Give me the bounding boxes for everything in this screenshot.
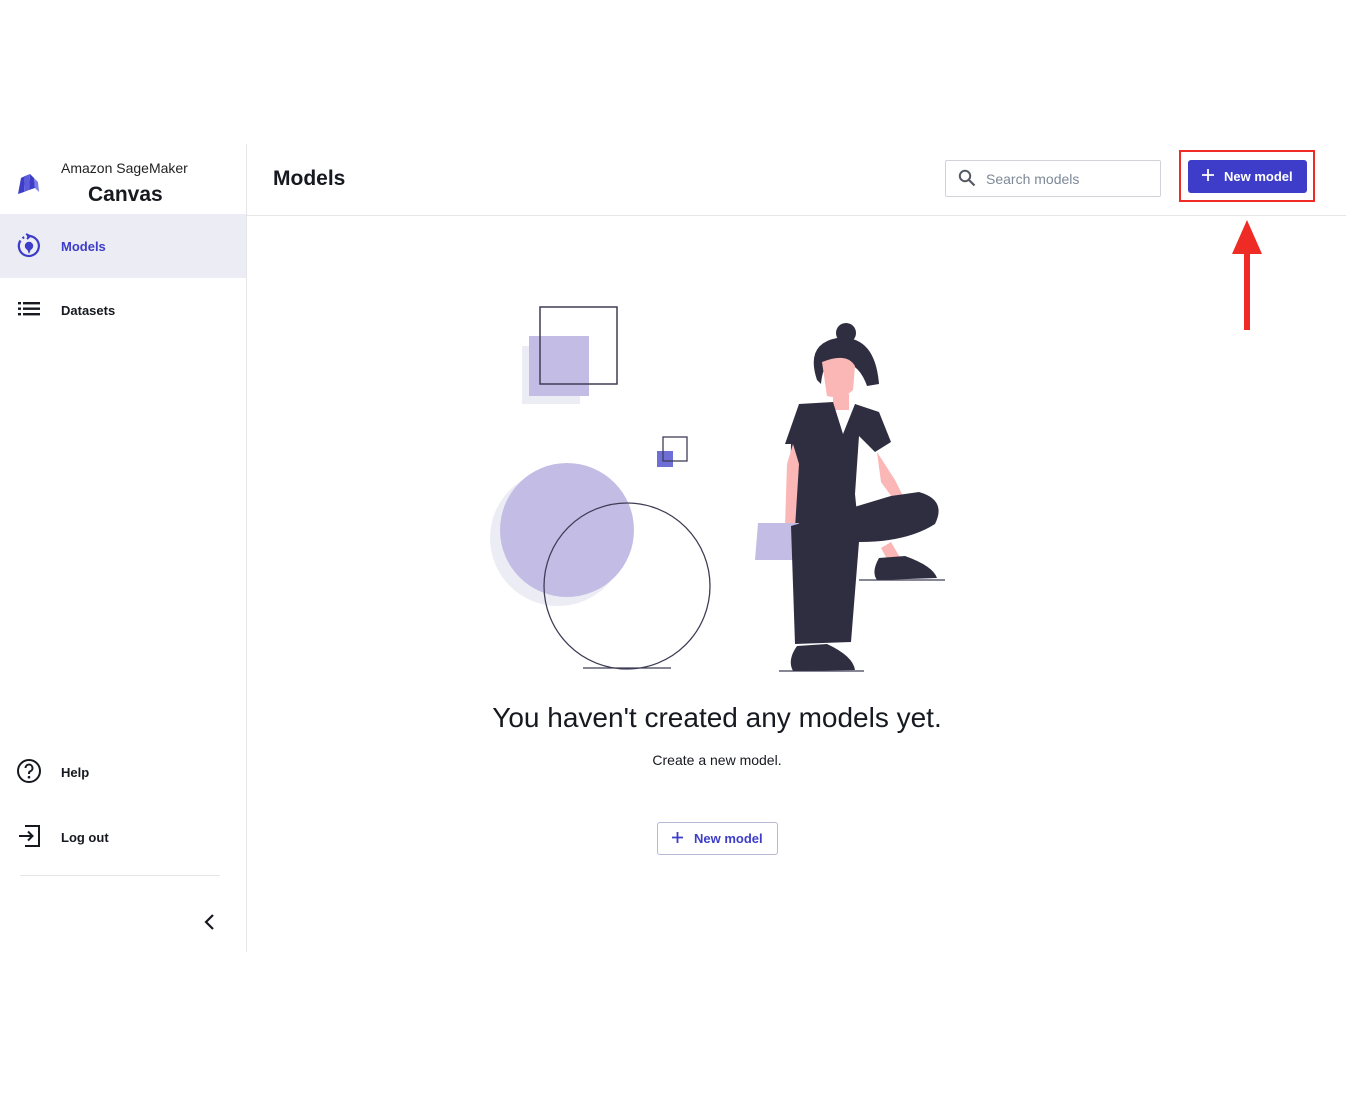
sidebar-item-models[interactable]: Models (0, 214, 246, 278)
plus-icon (672, 832, 683, 843)
brand: Amazon SageMaker Canvas (0, 144, 246, 214)
logout-icon (19, 825, 40, 847)
search-input[interactable] (986, 161, 1151, 196)
help-circle-icon (17, 759, 41, 783)
annotation-arrow-icon (1232, 220, 1262, 330)
sidebar-item-label: Help (61, 765, 90, 780)
new-model-button-label: New model (1224, 169, 1293, 184)
sidebar-item-datasets[interactable]: Datasets (0, 278, 246, 342)
chevron-left-icon[interactable] (196, 908, 224, 936)
empty-state-illustration (490, 306, 945, 672)
sidebar-divider (20, 875, 220, 876)
search-box[interactable] (945, 160, 1161, 197)
brand-name: Canvas (88, 183, 163, 206)
empty-state-title: You haven't created any models yet. (492, 702, 942, 733)
sidebar-item-label: Models (61, 239, 106, 254)
sagemaker-canvas-logo-icon (18, 174, 39, 194)
app-window: Amazon SageMaker Canvas Models Datasets … (0, 144, 1346, 952)
sidebar-item-help[interactable]: Help (0, 740, 246, 804)
list-icon (18, 302, 40, 316)
sidebar: Amazon SageMaker Canvas Models Datasets … (0, 144, 247, 952)
new-model-secondary-button-label: New model (694, 831, 763, 846)
search-icon (958, 169, 976, 187)
brand-subtitle: Amazon SageMaker (61, 160, 188, 176)
new-model-secondary-button[interactable]: New model (657, 822, 778, 855)
sidebar-item-label: Log out (61, 830, 109, 845)
header: Models New model (247, 144, 1346, 330)
new-model-button[interactable]: New model (1188, 160, 1307, 193)
plus-icon (1202, 169, 1214, 181)
sidebar-item-logout[interactable]: Log out (0, 805, 246, 869)
page-title: Models (273, 167, 346, 190)
sidebar-item-label: Datasets (61, 303, 116, 318)
empty-state-subtitle: Create a new model. (652, 752, 782, 768)
models-icon (17, 233, 40, 258)
